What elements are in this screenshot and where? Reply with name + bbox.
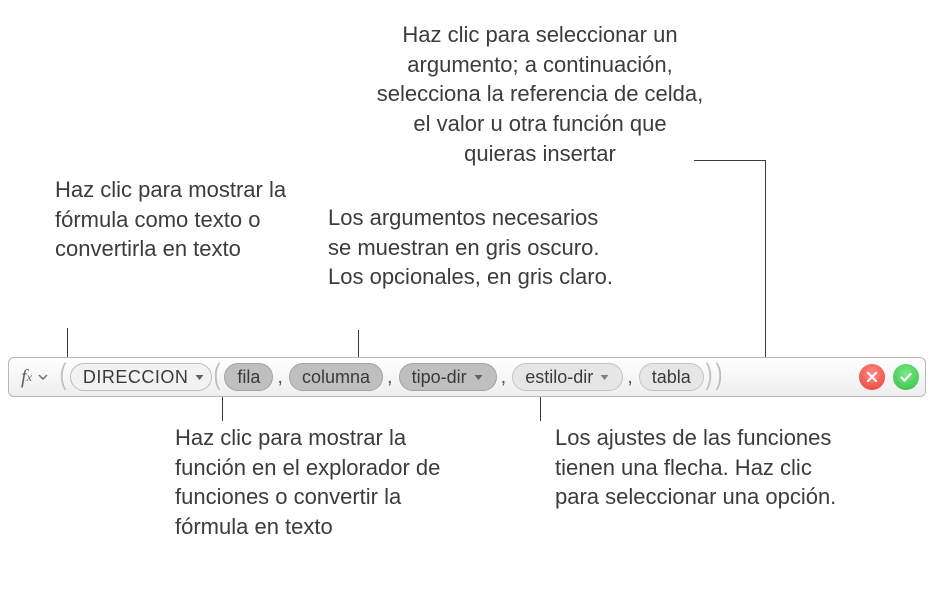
arg-pill-tabla[interactable]: tabla xyxy=(639,363,704,391)
separator: , xyxy=(277,366,283,389)
leader-line xyxy=(540,397,541,421)
leader-line xyxy=(694,160,766,161)
fx-dropdown[interactable] xyxy=(38,374,48,380)
function-name-pill[interactable]: DIRECCION xyxy=(70,363,213,391)
leader-line xyxy=(222,397,223,421)
group-open-bracket: ( xyxy=(59,360,66,390)
arg-label: tabla xyxy=(652,367,691,388)
arg-label: fila xyxy=(237,367,260,388)
arg-label: tipo-dir xyxy=(412,367,467,388)
arg-pill-tipo-dir[interactable]: tipo-dir xyxy=(399,363,497,391)
paren-open: ( xyxy=(214,360,221,390)
formula-bar: fx ( DIRECCION ( fila , columna , tipo-d… xyxy=(8,357,926,397)
check-icon xyxy=(899,370,913,384)
separator: , xyxy=(501,366,507,389)
fx-icon: fx xyxy=(15,366,36,389)
callout-arg-option: Los ajustes de las funciones tienen una … xyxy=(555,423,845,512)
leader-line xyxy=(765,160,766,358)
paren-close: ) xyxy=(705,360,712,390)
arg-label: estilo-dir xyxy=(525,367,593,388)
function-dropdown-caret[interactable] xyxy=(194,374,205,381)
chevron-down-icon xyxy=(38,374,48,380)
arg-pill-estilo-dir[interactable]: estilo-dir xyxy=(512,363,623,391)
cancel-button[interactable] xyxy=(859,364,885,390)
triangle-down-icon xyxy=(194,374,205,381)
close-icon xyxy=(865,370,879,384)
arg-label: columna xyxy=(302,367,370,388)
arg-pill-fila[interactable]: fila xyxy=(224,363,273,391)
arg-dropdown-caret[interactable] xyxy=(473,374,484,381)
callout-required-args: Los argumentos necesarios se muestran en… xyxy=(328,203,618,292)
arg-dropdown-caret[interactable] xyxy=(599,374,610,381)
separator: , xyxy=(627,366,633,389)
function-name-label: DIRECCION xyxy=(83,367,189,388)
triangle-down-icon xyxy=(599,374,610,381)
callout-select-arg: Haz clic para seleccionar un argumento; … xyxy=(375,20,705,168)
triangle-down-icon xyxy=(473,374,484,381)
leader-line xyxy=(358,330,359,358)
callout-fx: Haz clic para mostrar la fórmula como te… xyxy=(55,175,295,264)
confirm-button[interactable] xyxy=(893,364,919,390)
callout-func-dropdown: Haz clic para mostrar la función en el e… xyxy=(175,423,465,542)
arg-pill-columna[interactable]: columna xyxy=(289,363,383,391)
group-close-bracket: ) xyxy=(715,360,722,390)
separator: , xyxy=(387,366,393,389)
leader-line xyxy=(67,328,68,357)
